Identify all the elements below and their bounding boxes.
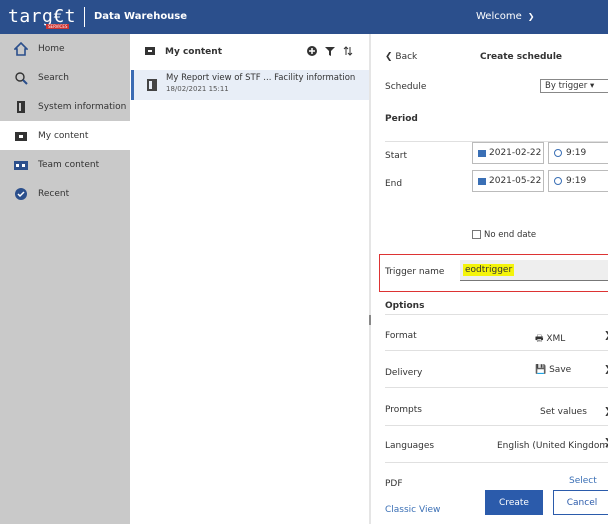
team-content-icon: [14, 158, 28, 172]
start-time-field[interactable]: 9:19: [548, 142, 608, 164]
top-bar: targ€t SERVICES Data Warehouse Welcome ❯: [0, 0, 608, 34]
start-time-value: 9:19: [566, 148, 587, 158]
languages-value[interactable]: English (United Kingdom): [497, 441, 608, 451]
end-time-value: 9:19: [566, 176, 587, 186]
delivery-value-text: Save: [549, 365, 572, 375]
chevron-right-icon[interactable]: ❯: [604, 331, 608, 341]
back-label: Back: [395, 52, 418, 62]
home-icon: [14, 41, 28, 56]
schedule-select[interactable]: By trigger ▾: [540, 79, 608, 93]
start-date-value: 2021-02-22: [489, 148, 542, 158]
content-title: My content: [165, 47, 222, 57]
chevron-down-icon: ▾: [589, 81, 595, 91]
welcome-label: Welcome: [476, 11, 522, 22]
divider: [385, 462, 608, 463]
sidebar-item-label: Home: [38, 43, 65, 54]
sidebar-item-label: Team content: [38, 159, 100, 170]
divider: [385, 387, 608, 388]
list-item-date: 18/02/2021 15:11: [166, 85, 229, 93]
folder-icon: [145, 46, 155, 58]
chevron-left-icon: ❮: [385, 52, 393, 62]
add-icon[interactable]: [307, 46, 317, 59]
trigger-name-value: eodtrigger: [463, 264, 515, 276]
divider: [385, 350, 608, 351]
list-item-title: My Report view of STF ... Facility infor…: [166, 73, 356, 83]
cancel-button[interactable]: Cancel: [553, 490, 608, 515]
prompts-value[interactable]: Set values: [540, 407, 587, 417]
calendar-icon: [478, 177, 486, 185]
create-button[interactable]: Create: [485, 490, 543, 515]
end-time-field[interactable]: 9:19: [548, 170, 608, 192]
chevron-right-icon[interactable]: ❯: [604, 407, 608, 417]
end-label: End: [385, 179, 403, 189]
sidebar: Home Search System information My conten…: [0, 34, 130, 524]
resize-handle[interactable]: [369, 315, 371, 325]
search-icon: [14, 71, 28, 85]
sidebar-item-recent[interactable]: Recent: [0, 179, 130, 208]
back-button[interactable]: ❮ Back: [385, 52, 417, 62]
sort-icon[interactable]: [343, 46, 353, 59]
sidebar-item-label: Recent: [38, 188, 70, 199]
schedule-label: Schedule: [385, 82, 427, 92]
divider: [385, 314, 608, 315]
trigger-name-label: Trigger name: [385, 267, 445, 277]
format-value-text: XML: [546, 334, 566, 344]
recent-icon: [14, 187, 28, 201]
no-end-date-label: No end date: [484, 230, 537, 240]
filter-icon[interactable]: [325, 46, 335, 59]
sidebar-item-home[interactable]: Home: [0, 34, 130, 63]
calendar-icon: [478, 149, 486, 157]
no-end-date-checkbox[interactable]: [472, 230, 481, 239]
schedule-value: By trigger: [545, 81, 588, 91]
list-item[interactable]: My Report view of STF ... Facility infor…: [131, 70, 369, 100]
chevron-right-icon[interactable]: ❯: [604, 438, 608, 448]
divider: [385, 425, 608, 426]
pdf-select-link[interactable]: Select: [569, 476, 597, 486]
document-icon: [14, 100, 28, 114]
end-date-field[interactable]: 2021-05-22: [472, 170, 544, 192]
clock-icon: [554, 177, 562, 185]
panel-title: Create schedule: [480, 52, 563, 62]
clock-icon: [554, 149, 562, 157]
my-content-icon: [14, 129, 28, 143]
period-heading: Period: [385, 114, 418, 124]
welcome-menu[interactable]: Welcome ❯: [476, 11, 534, 22]
logo-separator: [84, 7, 85, 27]
delivery-value[interactable]: 💾 Save: [535, 365, 571, 375]
logo-subtitle: SERVICES: [46, 24, 70, 29]
classic-view-link[interactable]: Classic View: [385, 505, 440, 515]
end-date-value: 2021-05-22: [489, 176, 542, 186]
sidebar-item-system-information[interactable]: System information: [0, 92, 130, 121]
sidebar-item-my-content[interactable]: My content: [0, 121, 130, 150]
languages-label: Languages: [385, 441, 435, 451]
app-title: Data Warehouse: [94, 11, 188, 22]
save-icon: 💾: [535, 365, 547, 375]
start-label: Start: [385, 151, 407, 161]
report-icon: [147, 79, 157, 94]
create-schedule-panel: ❮ Back Create schedule Schedule By trigg…: [372, 34, 608, 524]
sidebar-item-search[interactable]: Search: [0, 63, 130, 92]
start-date-field[interactable]: 2021-02-22: [472, 142, 544, 164]
chevron-right-icon[interactable]: ❯: [604, 365, 608, 375]
sidebar-item-label: My content: [38, 130, 89, 141]
printer-icon: 🖶: [535, 334, 544, 344]
content-toolbar: [307, 46, 353, 59]
prompts-label: Prompts: [385, 405, 422, 415]
format-label: Format: [385, 331, 417, 341]
pane-divider: [369, 34, 371, 524]
options-heading: Options: [385, 301, 425, 311]
sidebar-item-label: Search: [38, 72, 69, 83]
content-pane: My content My Report view of STF ... Fac…: [131, 34, 369, 524]
sidebar-item-label: System information: [38, 101, 127, 112]
chevron-down-icon: ❯: [527, 12, 535, 21]
delivery-label: Delivery: [385, 368, 423, 378]
format-value[interactable]: 🖶 XML: [535, 331, 565, 347]
sidebar-item-team-content[interactable]: Team content: [0, 150, 130, 179]
pdf-label: PDF: [385, 479, 403, 489]
